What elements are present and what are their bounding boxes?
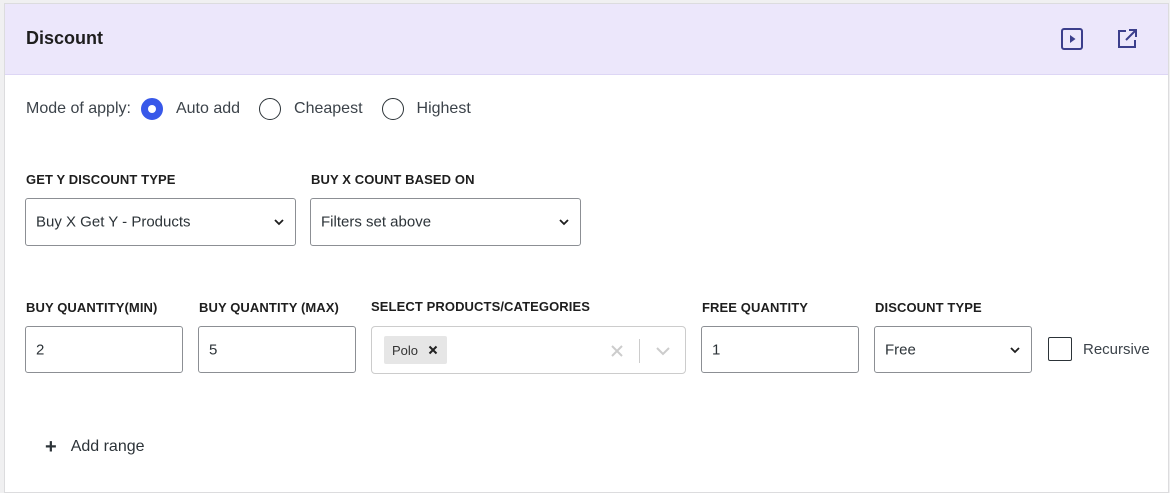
radio-label: Highest (416, 100, 471, 117)
play-icon[interactable] (1060, 27, 1084, 51)
external-link-icon[interactable] (1115, 27, 1139, 51)
panel-header: Discount (5, 4, 1168, 75)
panel-title: Discount (26, 28, 104, 48)
chevron-down-icon (559, 219, 569, 226)
input-value: 1 (712, 341, 721, 358)
radio-label: Auto add (175, 100, 241, 117)
radio-cheapest[interactable]: Cheapest (259, 98, 363, 120)
radio-label: Cheapest (294, 100, 363, 117)
radio-highest[interactable]: Highest (381, 98, 471, 120)
radio-button[interactable] (381, 98, 404, 120)
radio-button[interactable] (259, 98, 282, 120)
get-y-type-label: GET Y DISCOUNT TYPE (26, 172, 176, 187)
free-qty-input[interactable]: 1 (701, 326, 859, 373)
mode-label: Mode of apply: (26, 100, 131, 117)
remove-tag-icon[interactable] (428, 345, 438, 355)
clear-icon[interactable] (610, 344, 624, 358)
input-value: 5 (209, 341, 218, 358)
plus-icon: + (45, 436, 57, 458)
discount-panel: Discount Mode of apply: Auto add Cheapes… (4, 3, 1169, 493)
indicator-separator (639, 339, 640, 363)
radio-button-checked[interactable] (140, 98, 163, 120)
discount-type-select[interactable]: Free (874, 326, 1032, 373)
chevron-down-icon (274, 219, 284, 226)
buy-min-label: BUY QUANTITY(MIN) (26, 300, 158, 315)
buy-max-input[interactable]: 5 (198, 326, 356, 373)
recursive-checkbox[interactable] (1048, 337, 1072, 361)
input-value: 2 (36, 341, 45, 358)
free-qty-label: FREE QUANTITY (702, 300, 809, 315)
add-range-button[interactable]: + Add range (45, 437, 145, 457)
recursive-option[interactable]: Recursive (1048, 337, 1150, 361)
buy-min-input[interactable]: 2 (25, 326, 183, 373)
products-label: SELECT PRODUCTS/CATEGORIES (371, 299, 591, 314)
recursive-label: Recursive (1083, 340, 1150, 358)
product-tag: Polo (384, 336, 448, 364)
add-range-label: Add range (70, 438, 145, 455)
buy-x-count-label: BUY X COUNT BASED ON (311, 172, 475, 187)
buy-max-label: BUY QUANTITY (MAX) (199, 300, 339, 315)
chevron-down-icon[interactable] (655, 345, 671, 357)
buy-x-count-select[interactable]: Filters set above (310, 198, 581, 246)
chevron-down-icon (1010, 346, 1020, 353)
mode-of-apply: Mode of apply: Auto add Cheapest Highest (26, 96, 490, 122)
select-value: Filters set above (321, 213, 432, 231)
radio-auto-add[interactable]: Auto add (140, 98, 241, 120)
select-value: Free (885, 341, 916, 358)
discount-type-label: DISCOUNT TYPE (875, 300, 982, 315)
products-multiselect[interactable]: Polo (371, 326, 686, 374)
select-value: Buy X Get Y - Products (36, 213, 191, 231)
get-y-type-select[interactable]: Buy X Get Y - Products (25, 198, 296, 246)
tag-label: Polo (392, 342, 419, 358)
